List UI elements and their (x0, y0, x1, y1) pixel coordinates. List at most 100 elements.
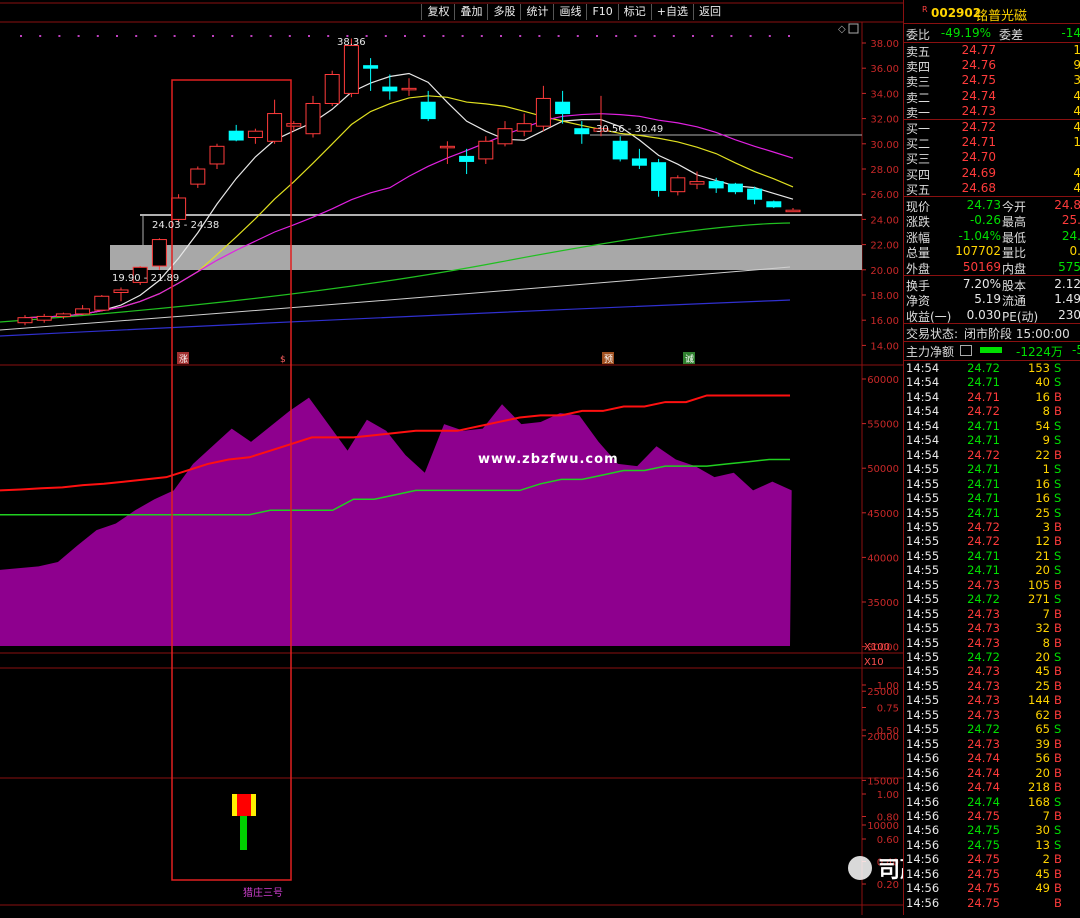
ask-volume: 4 (1073, 104, 1080, 118)
candle-body[interactable] (171, 197, 187, 220)
candle-body[interactable] (363, 65, 379, 69)
stock-flag: R (922, 5, 928, 14)
panel-row: 卖四24.769 (904, 58, 1080, 74)
tick-price: 24.73 (967, 664, 1000, 679)
toolbar-button-3[interactable]: 统计 (520, 4, 553, 20)
candle-body[interactable] (190, 168, 206, 185)
candle-body[interactable] (785, 209, 801, 213)
candle-body[interactable] (631, 158, 647, 166)
toolbar-button-8[interactable]: 返回 (693, 4, 726, 20)
candle-body[interactable] (535, 97, 551, 127)
fund-value: 5.19 (974, 292, 1001, 307)
candle-body[interactable] (555, 101, 571, 115)
tick-row[interactable]: 14:56 24.75 49 B (904, 881, 1080, 896)
tick-row[interactable]: 14:54 24.71 40 S (904, 375, 1080, 390)
candle-body[interactable] (209, 145, 225, 165)
candle-body[interactable] (439, 145, 455, 149)
tick-row[interactable]: 14:56 24.75 45 B (904, 867, 1080, 882)
tick-row[interactable]: 14:55 24.73 39 B (904, 737, 1080, 752)
tick-row[interactable]: 14:56 24.74 20 B (904, 766, 1080, 781)
toolbar-button-0[interactable]: 复权 (421, 4, 454, 20)
tick-row[interactable]: 14:56 24.75 13 S (904, 838, 1080, 853)
tick-row[interactable]: 14:55 24.72 65 S (904, 722, 1080, 737)
tick-row[interactable]: 14:55 24.71 16 S (904, 491, 1080, 506)
tick-row[interactable]: 14:55 24.73 45 B (904, 664, 1080, 679)
tick-row[interactable]: 14:55 24.73 8 B (904, 636, 1080, 651)
candle-body[interactable] (247, 130, 263, 138)
tick-row[interactable]: 14:55 24.71 25 S (904, 506, 1080, 521)
tick-row[interactable]: 14:54 24.71 9 S (904, 433, 1080, 448)
candle-body[interactable] (36, 315, 52, 321)
candle-body[interactable] (670, 177, 686, 193)
candle-body[interactable] (459, 155, 475, 162)
tick-row[interactable]: 14:54 24.72 22 B (904, 448, 1080, 463)
candle-body[interactable] (478, 140, 494, 160)
candle-body[interactable] (727, 183, 743, 193)
candle-body[interactable] (94, 295, 110, 311)
tick-row[interactable]: 14:55 24.72 271 S (904, 592, 1080, 607)
candle-body[interactable] (708, 181, 724, 189)
tick-row[interactable]: 14:56 24.75 B (904, 896, 1080, 911)
candle-body[interactable] (651, 162, 667, 191)
tick-row[interactable]: 14:54 24.72 8 B (904, 404, 1080, 419)
tick-row[interactable]: 14:54 24.72 153 S (904, 361, 1080, 376)
tick-row[interactable]: 14:55 24.73 7 B (904, 607, 1080, 622)
tick-row[interactable]: 14:56 24.75 30 S (904, 823, 1080, 838)
candle-body[interactable] (305, 102, 321, 135)
tick-row[interactable]: 14:54 24.71 54 S (904, 419, 1080, 434)
candle-body[interactable] (151, 239, 167, 267)
tick-row[interactable]: 14:55 24.71 1 S (904, 462, 1080, 477)
toolbar-button-5[interactable]: F10 (586, 4, 617, 20)
candle-body[interactable] (420, 101, 436, 120)
diamond-icon[interactable]: ◇ (838, 24, 846, 35)
candle-body[interactable] (497, 128, 513, 145)
candle-body[interactable] (228, 130, 244, 141)
tick-row[interactable]: 14:55 24.73 144 B (904, 693, 1080, 708)
candle-body[interactable] (766, 201, 782, 208)
tick-row[interactable]: 14:54 24.71 16 B (904, 390, 1080, 405)
candle-body[interactable] (401, 87, 417, 91)
kline-chart-svg[interactable]: 38.00 36.00 34.00 32.00 30.00 28.00 26.00 24.00… (0, 0, 1010, 915)
candle-body[interactable] (747, 188, 763, 200)
tick-list[interactable]: 14:54 24.72 153 S 14:54 24.71 40 S 14:54 24.71 16 B… (904, 361, 1080, 915)
candle-body[interactable] (324, 74, 340, 104)
tick-row[interactable]: 14:55 24.73 25 B (904, 679, 1080, 694)
toolbar-button-6[interactable]: 标记 (617, 4, 651, 20)
candle-body[interactable] (286, 123, 302, 127)
tick-row[interactable]: 14:55 24.71 21 S (904, 549, 1080, 564)
tick-row[interactable]: 14:55 24.72 20 S (904, 650, 1080, 665)
candle-body[interactable] (113, 289, 129, 293)
tick-row[interactable]: 14:56 24.74 218 B (904, 780, 1080, 795)
window-icon[interactable] (848, 23, 859, 34)
tick-row[interactable]: 14:55 24.72 12 B (904, 534, 1080, 549)
tick-row[interactable]: 14:56 24.75 2 B (904, 852, 1080, 867)
candle-body[interactable] (267, 113, 283, 142)
toolbar-button-4[interactable]: 画线 (553, 4, 586, 20)
candle-body[interactable] (574, 128, 590, 135)
toolbar-button-1[interactable]: 叠加 (454, 4, 487, 20)
chart-area[interactable]: 38.00 36.00 34.00 32.00 30.00 28.00 26.00 24.00… (0, 0, 1010, 915)
candle-body[interactable] (343, 45, 359, 94)
toolbar-button-2[interactable]: 多股 (487, 4, 520, 20)
tick-row[interactable]: 14:55 24.73 62 B (904, 708, 1080, 723)
candle-body[interactable] (516, 123, 532, 132)
quote-value: 25. (1061, 213, 1080, 228)
tick-row[interactable]: 14:55 24.73 32 B (904, 621, 1080, 636)
candle-body[interactable] (612, 140, 628, 160)
tick-row[interactable]: 14:56 24.74 56 B (904, 751, 1080, 766)
tick-row[interactable]: 14:55 24.73 105 B (904, 578, 1080, 593)
tick-row[interactable]: 14:55 24.71 16 S (904, 477, 1080, 492)
candle-body[interactable] (382, 86, 398, 92)
toolbar-button-7[interactable]: +自选 (650, 4, 693, 20)
tick-row[interactable]: 14:56 24.75 7 B (904, 809, 1080, 824)
top-dot (423, 35, 426, 37)
candle-body[interactable] (689, 181, 705, 185)
tick-row[interactable]: 14:56 24.74 168 S (904, 795, 1080, 810)
tick-volume: 45 (1035, 866, 1050, 881)
candle-body[interactable] (55, 313, 71, 317)
calendar-icon[interactable] (960, 345, 972, 356)
tick-row[interactable]: 14:55 24.71 20 S (904, 563, 1080, 578)
tick-row[interactable]: 14:55 24.72 3 B (904, 520, 1080, 535)
candle-body[interactable] (17, 317, 33, 324)
candle-body[interactable] (75, 308, 91, 315)
